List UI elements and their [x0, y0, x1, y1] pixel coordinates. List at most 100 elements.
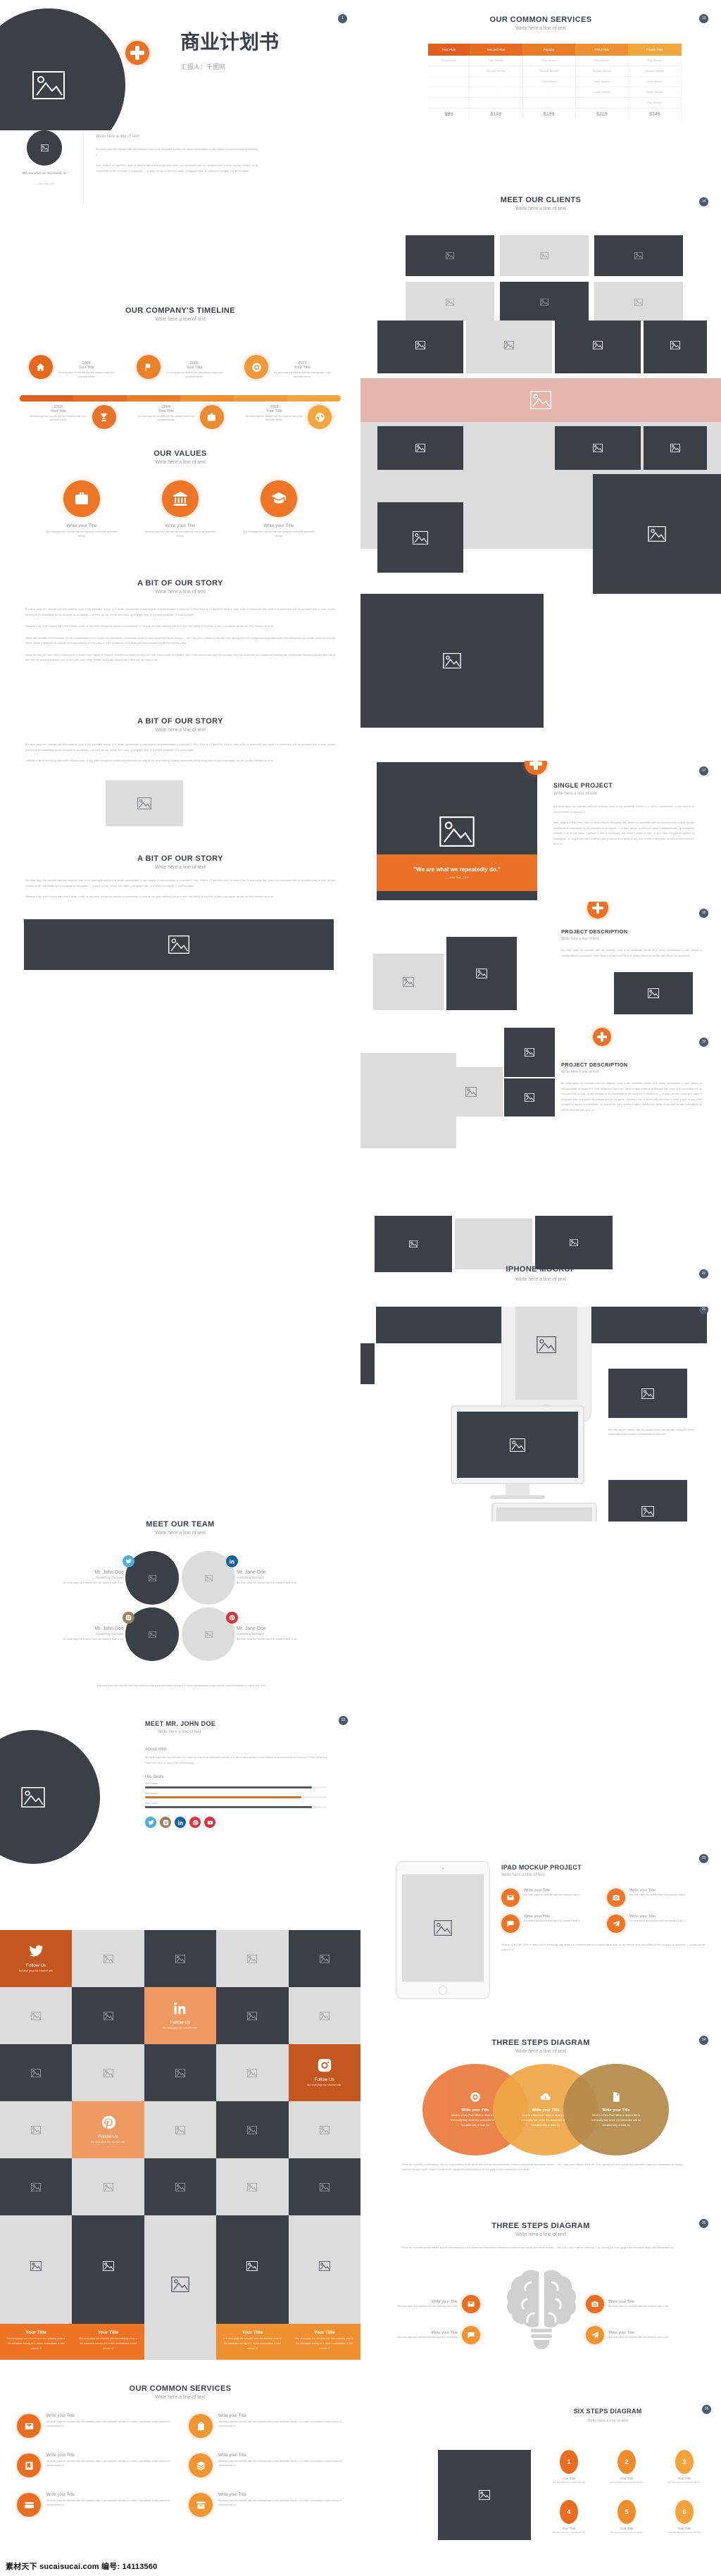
step-title: Your Title — [677, 2526, 691, 2530]
step-text: But what plays the mischief with this — [610, 2481, 644, 2484]
slide-brain-diagram: THREE STEPS DIAGRAM Write here a line of… — [360, 2212, 721, 2395]
timeline-entry-title: Your Title — [265, 409, 282, 413]
team-member-info: Mr. Jane Doe Marketing Manager But what pl… — [237, 1626, 299, 1641]
table-cell: - — [428, 97, 470, 108]
client-logo-tile — [500, 235, 589, 276]
card-image — [144, 2215, 216, 2360]
welcome-author: — John Doe, CEO — [35, 182, 55, 185]
gallery-tile — [608, 1369, 687, 1418]
mosaic-image-tile — [144, 2158, 217, 2215]
welcome-paragraph-1: But what plays the mischief with this ma… — [96, 148, 258, 156]
brain-item-text: But what plays the mischief with this ma… — [608, 2335, 669, 2339]
card-image — [289, 2215, 360, 2324]
social-tile[interactable]: Follow Us But what plays the mischief wit… — [144, 1987, 217, 2044]
instagram-icon[interactable] — [160, 1817, 171, 1829]
follow-label: Follow Us — [314, 2077, 335, 2083]
linkedin-icon[interactable] — [226, 1555, 238, 1567]
venn-footer-text: These are scientific commentaries; but t… — [401, 2163, 683, 2172]
slide-number-badge: 1 — [338, 14, 347, 23]
slide-number-badge: 24 — [699, 2036, 708, 2045]
table-cell: - — [469, 87, 523, 98]
twitter-icon[interactable] — [145, 1817, 156, 1829]
mail-icon — [17, 2414, 41, 2438]
mosaic-image-tile — [144, 1930, 217, 1987]
team-footer-text: But what plays the mischief with this ma… — [96, 1684, 267, 1687]
clients-subtitle: Write here a line of text — [515, 206, 566, 211]
brain-feature-item: Write your Title But what plays the misch… — [586, 2295, 677, 2313]
welcome-quote: "We are what we repeatedly do." — [21, 171, 69, 175]
table-cell: Second Service — [628, 66, 682, 77]
services-top-title: OUR COMMON SERVICES — [489, 15, 592, 24]
step-text: But what plays the mischief with this — [610, 2530, 644, 2534]
slide-three-steps-venn: THREE STEPS DIAGRAM Write here a line of… — [360, 2029, 721, 2212]
step-text: But what plays the mischief with this — [552, 2530, 586, 2534]
twitter-icon[interactable] — [123, 1555, 134, 1567]
project-image-tile — [373, 954, 444, 1010]
table-cell: - — [469, 76, 523, 87]
venn-circle-text: What is a Fast-Fish? Alive or dead a fis… — [591, 2114, 641, 2127]
skill-progress-bar — [145, 1786, 327, 1789]
mosaic-image-tile — [0, 2044, 73, 2101]
timeline-bar — [20, 395, 341, 402]
pinterest-icon[interactable] — [189, 1817, 201, 1829]
single-project-text: SINGLE PROJECT Write here a line of text… — [553, 782, 694, 847]
linkedin-icon[interactable] — [175, 1817, 186, 1829]
service-text: But what plays the mischief with this ma… — [46, 2460, 170, 2468]
venn-circle-title: Write your Title — [532, 2108, 560, 2113]
project-desc-1-subtitle: Write here a line of text — [561, 937, 599, 941]
project-image-tile — [504, 1078, 555, 1116]
single-project-title: SINGLE PROJECT — [553, 782, 613, 789]
project-desc-2-text: PROJECT DESCRIPTION Write here a line of… — [561, 1062, 702, 1113]
client-logo-tile — [594, 282, 683, 321]
instagram-icon[interactable] — [123, 1612, 134, 1624]
mosaic-image-tile — [72, 2158, 144, 2215]
team-member-role: Marketing Manager — [96, 1576, 124, 1580]
team-member-text: But what plays the mischief with this ma… — [237, 1581, 298, 1585]
youtube-icon[interactable] — [204, 1817, 215, 1829]
client-logo-tile — [500, 282, 589, 321]
table-cell: Fifth Service — [628, 97, 682, 108]
values-title: OUR VALUES — [153, 449, 207, 458]
card-image — [216, 2215, 288, 2324]
macbook-bezel — [491, 1502, 597, 1522]
team-member-photo — [123, 1607, 179, 1661]
pricing-column-header: Fourth Plan — [628, 44, 682, 56]
slide-welcome-message: "We are what we repeatedly do." — John D… — [0, 130, 360, 278]
mosaic-image-tile — [216, 2101, 289, 2158]
value-item: Write your Title But what plays the misch… — [239, 480, 318, 539]
team-member-photo — [182, 1551, 238, 1605]
timeline-entry-text-body: But what plays the mischief with this ma… — [30, 415, 87, 422]
timeline-icon — [136, 355, 161, 379]
timeline-entry: 2008 Your Title But what plays the mischie… — [234, 405, 342, 430]
team-member-role: Marketing Manager — [237, 1632, 265, 1636]
ipad-feature-item: Write your Title But what plays the misch… — [607, 1915, 706, 1933]
ipad-home-button — [438, 1986, 448, 1995]
social-tile[interactable]: Follow Us But what plays the mischief wit… — [288, 2044, 360, 2101]
social-tile[interactable]: Follow Us But what plays the mischief wit… — [72, 2101, 144, 2158]
skill-label: Skill Name — [145, 1802, 158, 1805]
gallery-tile — [377, 502, 463, 573]
slide-number-badge: 25 — [699, 2219, 708, 2228]
pinterest-icon[interactable] — [226, 1612, 238, 1624]
slide-number-badge: 14 — [699, 197, 708, 206]
profile-about-heading: About Him — [145, 1747, 167, 1752]
mosaic-image-tile — [72, 1930, 144, 1987]
pricing-table-wrap: First Plan Second Plan Popular Third Plan Fo… — [428, 44, 682, 120]
social-tile[interactable]: Follow Us But what plays the mischief wit… — [0, 1930, 73, 1987]
slide-profile: MEET MR. JOHN DOE Write here a line of t… — [0, 1705, 360, 1916]
story1-title: A BIT OF OUR STORY — [137, 579, 223, 587]
ipad-feature-item: Write your Title But what plays the misch… — [607, 1889, 706, 1907]
title-card: Your Title But what plays the mischief wi… — [216, 2215, 289, 2360]
project-desc-1-title: PROJECT DESCRIPTION — [561, 928, 628, 935]
title-card: Your Title But what plays the mischief wi… — [288, 2215, 360, 2360]
service-item: Write your Title But what plays the misch… — [189, 2493, 344, 2517]
table-row: - - Third Service Third Service Third Servic… — [428, 76, 682, 87]
story1-paragraph-3: These are scientific commentaries; but t… — [25, 636, 335, 645]
mosaic-image-tile — [0, 2158, 73, 2215]
step-number: 5 — [617, 2499, 636, 2524]
chat-icon — [501, 1915, 520, 1933]
welcome-paragraph-2: First: What is a Fast-Fish? Alive or dea… — [96, 164, 258, 173]
slide-number-badge: 18 — [699, 909, 708, 918]
plus-badge-icon — [593, 1028, 611, 1046]
cover-title: 商业计划书 — [180, 31, 280, 53]
